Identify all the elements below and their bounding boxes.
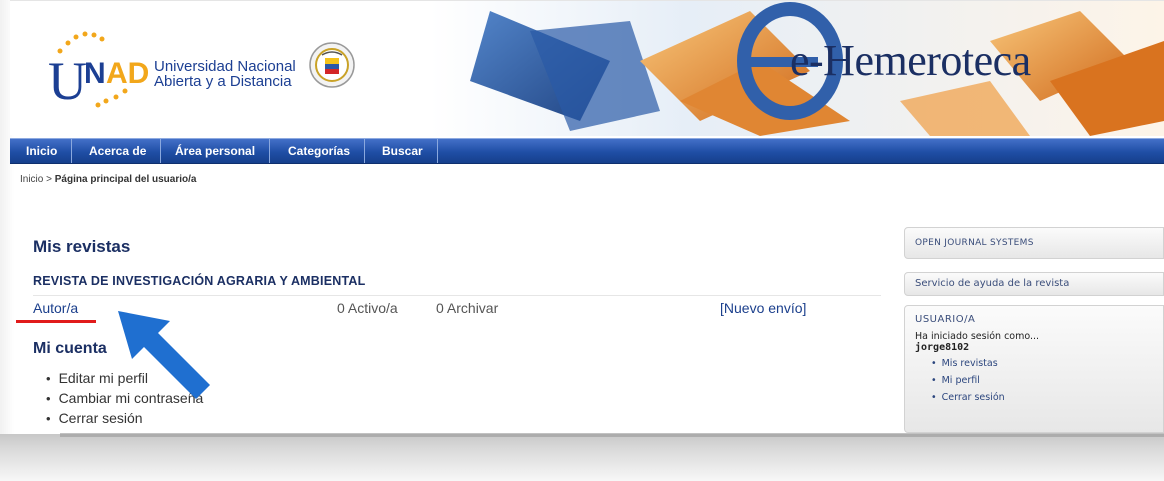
unad-logo-mark: U N AD (48, 31, 149, 109)
user-links-list: Mis revistas Mi perfil Cerrar sesión (931, 355, 1153, 406)
site-header: U N AD Universidad Nacional Abierta y a … (10, 0, 1164, 136)
bottom-decorative-band (0, 434, 1164, 481)
bottom-shadow-line (60, 433, 1164, 437)
nav-item-buscar[interactable]: Buscar (366, 139, 438, 163)
ojs-label: OPEN JOURNAL SYSTEMS (915, 238, 1034, 248)
my-journals-heading: Mis revistas (33, 237, 131, 256)
unad-name-line1: Universidad Nacional (154, 58, 296, 75)
journal-help-block[interactable]: Servicio de ayuda de la revista (904, 272, 1164, 296)
banner-title-text: e-Hemeroteca (790, 36, 1031, 85)
nav-item-area-personal[interactable]: Área personal (159, 139, 271, 163)
user-block: USUARIO/A Ha iniciado sesión como... jor… (904, 305, 1164, 433)
journal-title[interactable]: REVISTA DE INVESTIGACIÓN AGRARIA Y AMBIE… (33, 274, 365, 288)
national-seal-icon (309, 42, 355, 88)
breadcrumb: Inicio > Página principal del usuario/a (20, 174, 196, 185)
archived-submissions-link[interactable]: 0 Archivar (436, 300, 498, 316)
breadcrumb-separator: > (46, 174, 52, 185)
logged-in-status: Ha iniciado sesión como... (915, 331, 1040, 342)
svg-text:U: U (48, 51, 87, 109)
sidebar-my-journals-link[interactable]: Mis revistas (931, 355, 1153, 372)
new-submission-link[interactable]: [Nuevo envío] (720, 300, 806, 316)
breadcrumb-current: Página principal del usuario/a (54, 174, 197, 185)
annotation-arrow-icon (118, 311, 210, 399)
nav-item-categorias[interactable]: Categorías (272, 139, 366, 163)
banner-title: e-Hemeroteca (790, 35, 1031, 86)
unad-logo[interactable]: U N AD Universidad Nacional Abierta y a … (46, 19, 366, 119)
svg-text:N: N (84, 57, 106, 90)
unad-name-line2: Abierta y a Distancia (154, 73, 292, 90)
active-submissions-link[interactable]: 0 Activo/a (337, 300, 398, 316)
user-block-title: USUARIO/A (915, 314, 976, 325)
unad-name: Universidad Nacional Abierta y a Distanc… (154, 59, 296, 89)
journal-help-label: Servicio de ayuda de la revista (915, 278, 1070, 289)
my-account-heading: Mi cuenta (33, 340, 107, 357)
nav-item-acerca-de[interactable]: Acerca de (73, 139, 162, 163)
role-author-link[interactable]: Autor/a (33, 300, 78, 316)
main-navigation: Inicio Acerca de Área personal Categoría… (10, 138, 1164, 164)
annotation-red-underline (16, 320, 96, 323)
sidebar-logout-link[interactable]: Cerrar sesión (931, 389, 1153, 406)
ojs-block[interactable]: OPEN JOURNAL SYSTEMS (904, 227, 1164, 259)
username: jorge8102 (915, 342, 970, 353)
logout-link[interactable]: Cerrar sesión (46, 408, 203, 428)
nav-item-inicio[interactable]: Inicio (10, 139, 73, 163)
sidebar-my-profile-link[interactable]: Mi perfil (931, 372, 1153, 389)
svg-text:AD: AD (106, 57, 149, 90)
journal-row-divider (33, 295, 881, 296)
breadcrumb-home[interactable]: Inicio (20, 174, 43, 185)
